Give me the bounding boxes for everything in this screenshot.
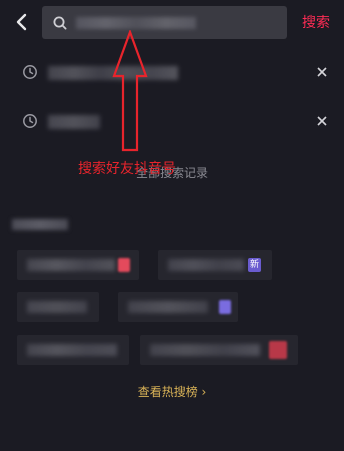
trending-tag	[269, 341, 287, 359]
clock-icon	[23, 114, 37, 128]
search-icon	[53, 16, 67, 30]
new-badge: 新	[248, 258, 261, 272]
trending-tag	[118, 258, 130, 272]
trending-text-blurred	[27, 301, 87, 313]
trending-text-blurred	[27, 259, 115, 271]
trending-title-blurred	[12, 219, 68, 230]
history-item[interactable]	[0, 101, 344, 141]
trending-text-blurred	[27, 344, 117, 356]
close-icon	[317, 116, 327, 126]
search-query-blurred	[76, 17, 196, 29]
history-item[interactable]	[0, 52, 344, 92]
search-input[interactable]	[42, 6, 287, 39]
delete-history-button[interactable]	[314, 64, 330, 80]
close-icon	[317, 67, 327, 77]
clock-icon	[23, 65, 37, 79]
trending-text-blurred	[168, 259, 244, 271]
search-page: 搜索 全部搜索记录 搜索好友抖音号 新 查看热搜榜 ›	[0, 0, 344, 451]
back-button[interactable]	[8, 8, 36, 36]
annotation-arrow	[112, 30, 148, 152]
trending-tag	[219, 300, 231, 314]
trending-item[interactable]: 新	[158, 250, 272, 280]
history-text-blurred	[48, 115, 100, 129]
delete-history-button[interactable]	[314, 113, 330, 129]
trending-text-blurred	[128, 301, 208, 313]
top-bar: 搜索	[0, 0, 344, 44]
trending-item[interactable]	[17, 250, 139, 280]
annotation-label: 搜索好友抖音号	[78, 161, 176, 177]
trending-item[interactable]	[17, 335, 129, 365]
trending-item[interactable]	[17, 292, 99, 322]
trending-item[interactable]	[140, 335, 298, 365]
search-button[interactable]: 搜索	[302, 12, 330, 32]
trending-item[interactable]	[118, 292, 238, 322]
chevron-left-icon	[16, 13, 27, 31]
trending-text-blurred	[150, 344, 260, 356]
view-trending-link[interactable]: 查看热搜榜 ›	[0, 383, 344, 400]
